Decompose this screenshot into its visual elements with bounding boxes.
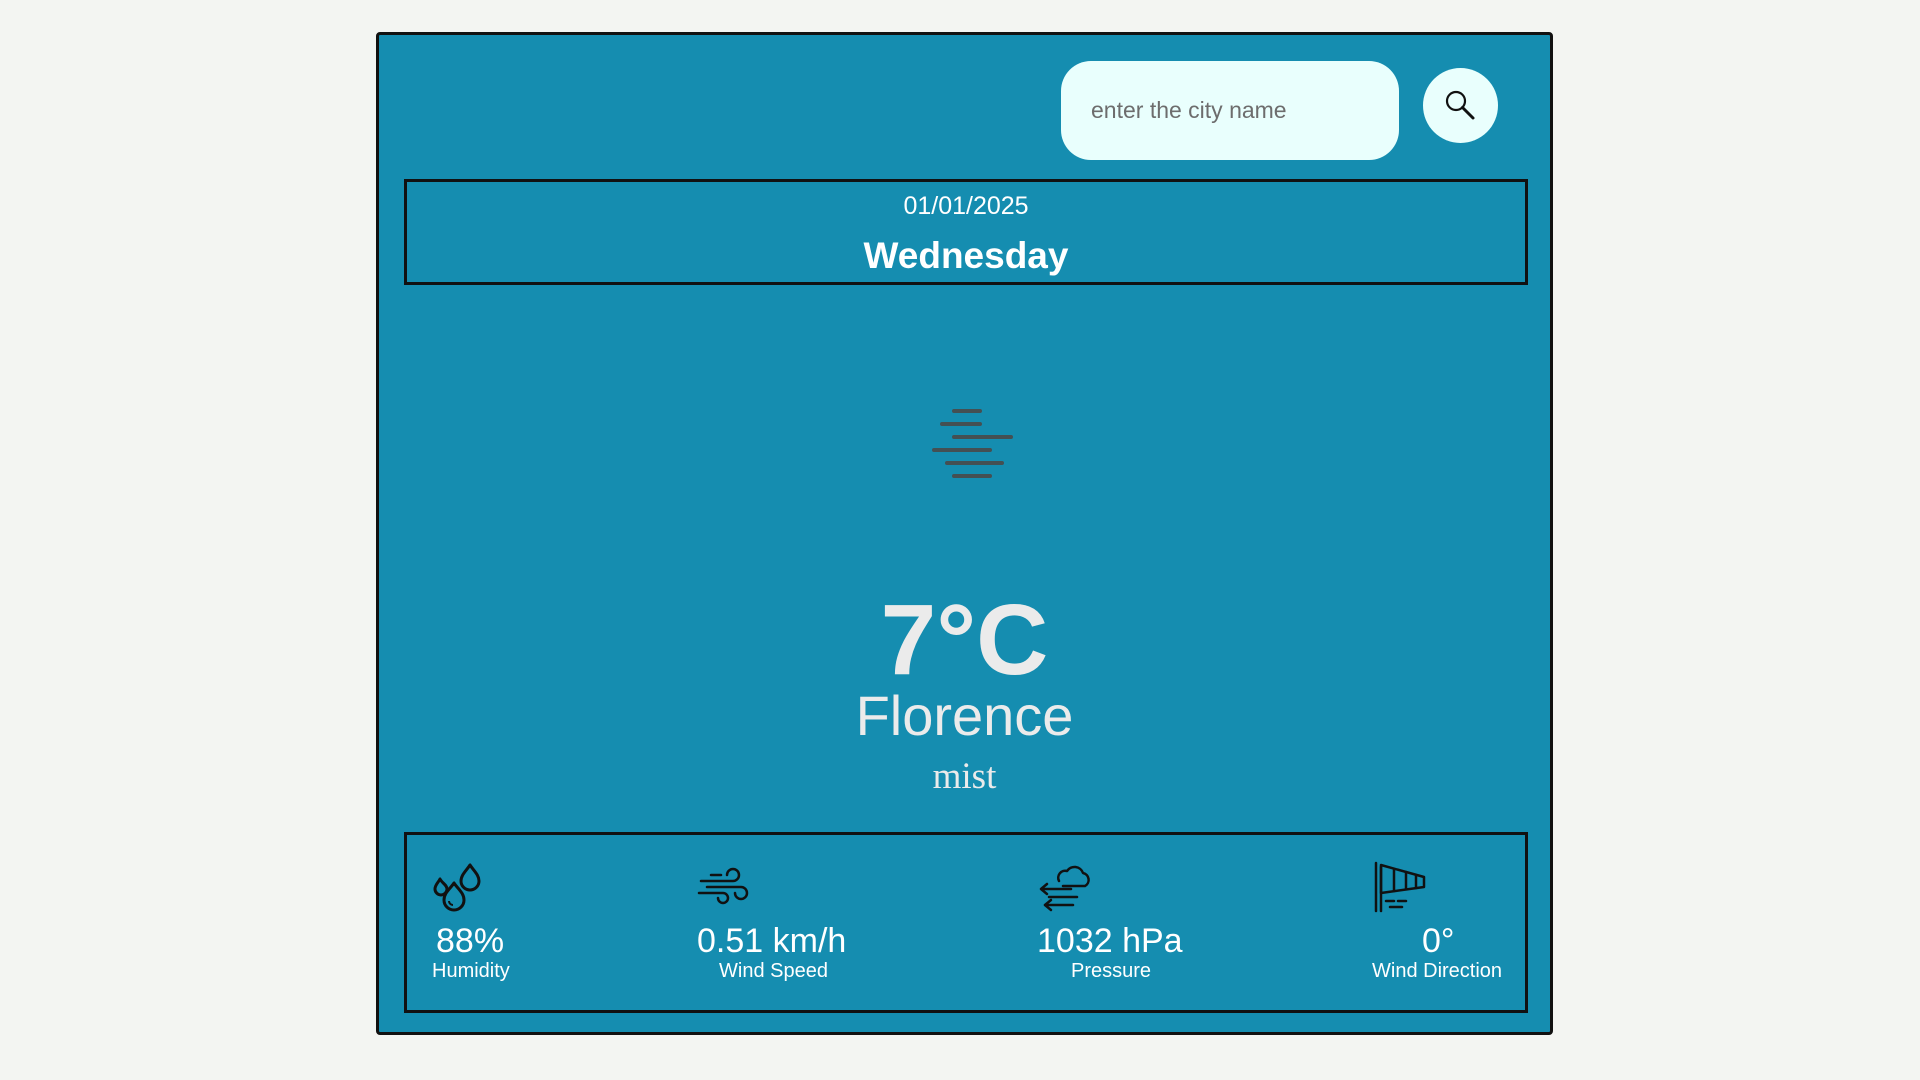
pressure-stat: 1032 hPa Pressure (1037, 859, 1183, 981)
search-button[interactable] (1423, 68, 1498, 143)
wind-direction-label: Wind Direction (1372, 960, 1503, 982)
date-text: 01/01/2025 (903, 192, 1029, 220)
humidity-value: 88% (436, 922, 505, 960)
temperature: 7°C (880, 584, 1049, 696)
pressure-value: 1032 hPa (1037, 922, 1183, 960)
wind-speed-label: Wind Speed (719, 960, 828, 982)
day-of-week: Wednesday (863, 235, 1069, 276)
date-panel: 01/01/2025 Wednesday (404, 179, 1528, 285)
humidity-stat: 88% Humidity (432, 859, 510, 981)
pressure-icon (1039, 865, 1090, 912)
weather-card: 01/01/2025 Wednesday 7°C Florence mist (376, 32, 1553, 1035)
wind-speed-stat: 0.51 km/h Wind Speed (697, 859, 846, 981)
windsock-icon (1374, 861, 1426, 913)
city-name: Florence (855, 684, 1074, 747)
mist-icon (932, 409, 1013, 478)
wind-direction-value: 0° (1422, 922, 1455, 960)
wind-direction-stat: 0° Wind Direction (1372, 859, 1502, 981)
weather-description: mist (932, 756, 997, 797)
search-icon (1445, 90, 1474, 119)
humidity-icon (433, 863, 481, 912)
humidity-label: Humidity (432, 960, 510, 982)
wind-icon (697, 867, 749, 905)
pressure-label: Pressure (1071, 960, 1152, 982)
city-search-input[interactable] (1061, 61, 1399, 160)
wind-speed-value: 0.51 km/h (697, 922, 847, 960)
stats-panel: 88% Humidity 0.51 km/h Wind Speed 1032 h… (404, 832, 1528, 1013)
